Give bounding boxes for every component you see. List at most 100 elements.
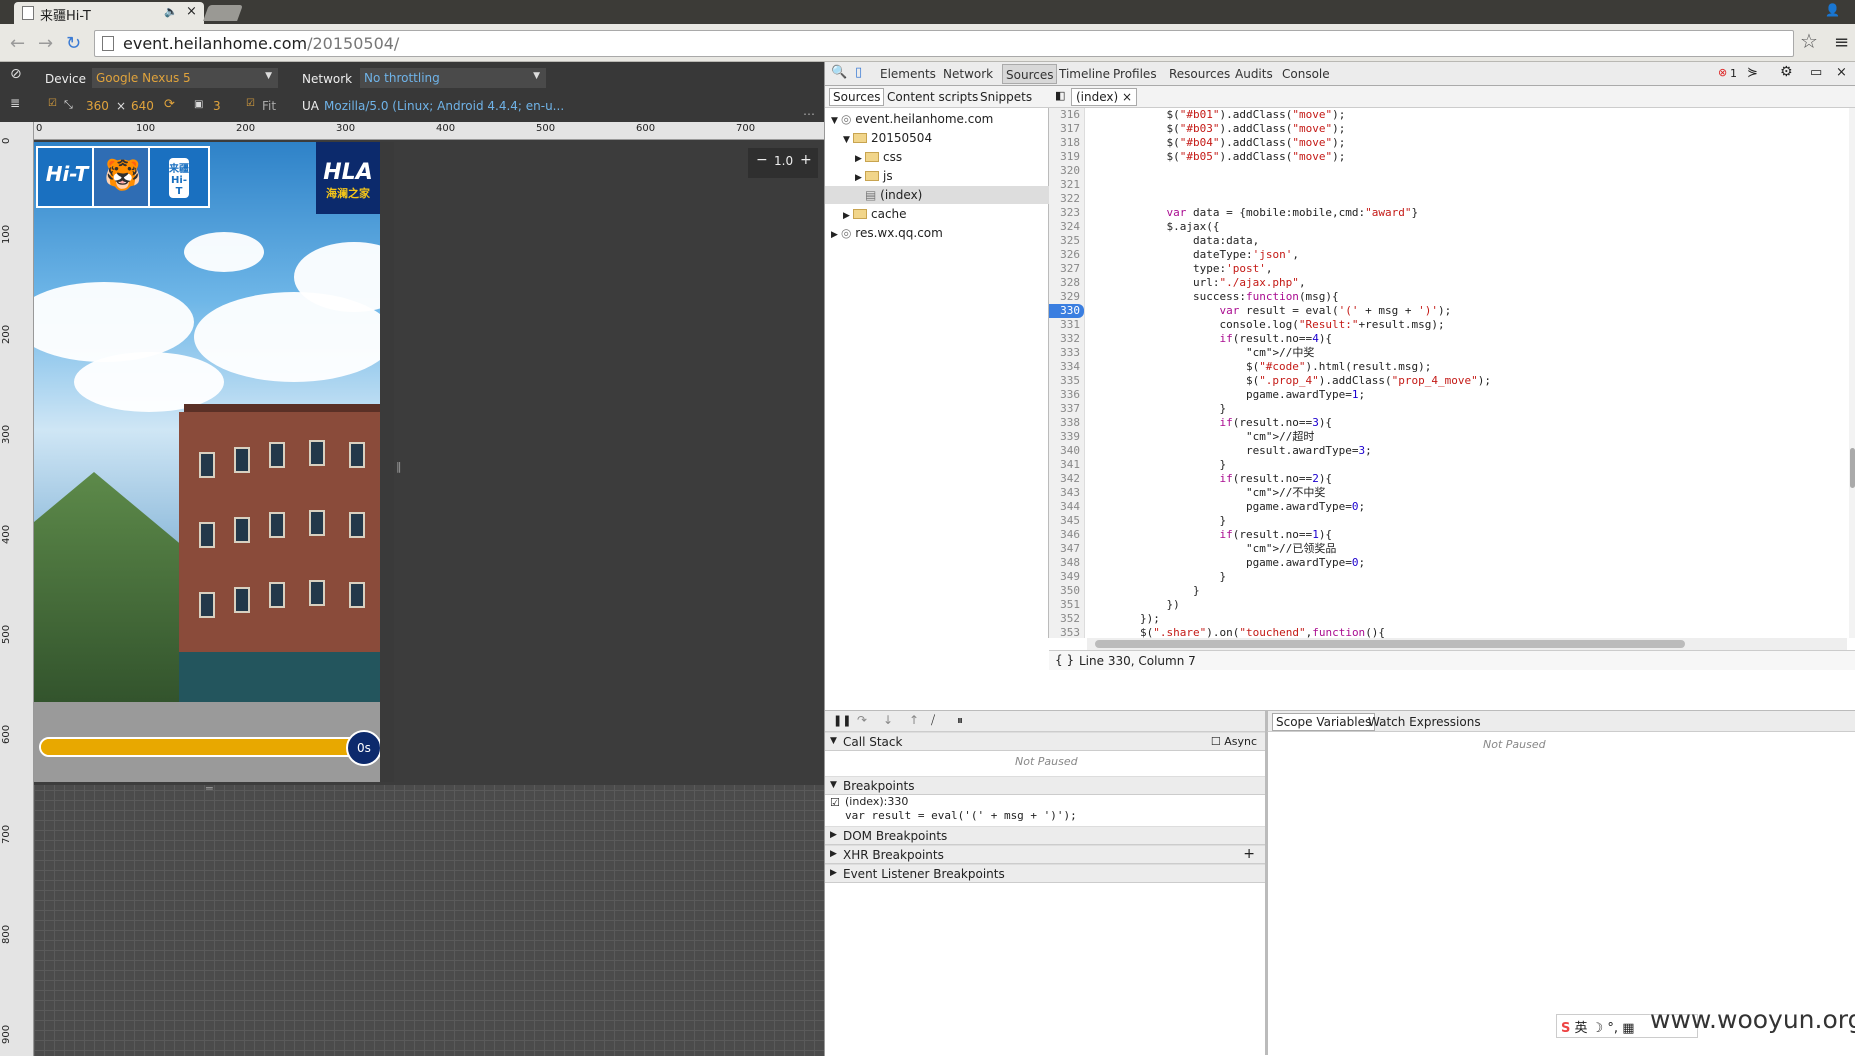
horizontal-scrollbar[interactable] bbox=[1087, 638, 1847, 650]
line-number[interactable]: 332 bbox=[1049, 332, 1084, 346]
code-line[interactable]: success:function(msg){ bbox=[1087, 290, 1847, 304]
line-number[interactable]: 327 bbox=[1049, 262, 1084, 276]
bookmark-star-icon[interactable]: ☆ bbox=[1800, 29, 1818, 53]
ua-input[interactable]: Mozilla/5.0 (Linux; Android 4.4.4; en-u.… bbox=[324, 99, 564, 113]
zoom-in-button[interactable]: + bbox=[800, 152, 812, 168]
close-icon[interactable]: × bbox=[1122, 90, 1132, 104]
swap-dimensions-icon[interactable]: ⟳ bbox=[164, 97, 175, 112]
user-icon[interactable]: 👤 bbox=[1825, 3, 1840, 17]
code-line[interactable]: "cm">//超时 bbox=[1087, 430, 1847, 444]
line-number[interactable]: 333 bbox=[1049, 346, 1084, 360]
disable-emulation-icon[interactable]: ⊘ bbox=[10, 66, 22, 82]
code-line[interactable]: console.log("Result:"+result.msg); bbox=[1087, 318, 1847, 332]
code-line[interactable]: $(".prop_4").addClass("prop_4_move"); bbox=[1087, 374, 1847, 388]
deactivate-breakpoints-icon[interactable]: ⧸ bbox=[931, 713, 935, 728]
step-out-icon[interactable]: ↑ bbox=[909, 713, 919, 727]
code-line[interactable]: } bbox=[1087, 458, 1847, 472]
line-number[interactable]: 348 bbox=[1049, 556, 1084, 570]
tab-console[interactable]: Console bbox=[1282, 67, 1330, 81]
code-line[interactable]: } bbox=[1087, 514, 1847, 528]
line-number[interactable]: 347 bbox=[1049, 542, 1084, 556]
line-number[interactable]: 317 bbox=[1049, 122, 1084, 136]
pretty-print-icon[interactable]: { } bbox=[1055, 653, 1074, 667]
code-line[interactable]: if(result.no==2){ bbox=[1087, 472, 1847, 486]
code-line[interactable]: "cm">//已领奖品 bbox=[1087, 542, 1847, 556]
line-number[interactable]: 345 bbox=[1049, 514, 1084, 528]
line-number[interactable]: 335 bbox=[1049, 374, 1084, 388]
step-over-icon[interactable]: ↷ bbox=[857, 713, 867, 727]
line-number[interactable]: 330 bbox=[1049, 304, 1084, 318]
line-number[interactable]: 341 bbox=[1049, 458, 1084, 472]
tree-item[interactable]: ▶ js bbox=[825, 167, 1049, 185]
line-number[interactable]: 326 bbox=[1049, 248, 1084, 262]
line-number[interactable]: 319 bbox=[1049, 150, 1084, 164]
new-tab-button[interactable] bbox=[203, 5, 243, 21]
tab-resources[interactable]: Resources bbox=[1169, 67, 1230, 81]
code-line[interactable]: data:data, bbox=[1087, 234, 1847, 248]
code-line[interactable]: pgame.awardType=0; bbox=[1087, 556, 1847, 570]
line-number[interactable]: 342 bbox=[1049, 472, 1084, 486]
line-number[interactable]: 329 bbox=[1049, 290, 1084, 304]
pixel-ratio-input[interactable]: 3 bbox=[213, 99, 221, 113]
dock-icon[interactable]: ▭ bbox=[1810, 65, 1822, 80]
code-line[interactable]: }); bbox=[1087, 612, 1847, 626]
code-line[interactable]: $("#b03").addClass("move"); bbox=[1087, 122, 1847, 136]
pause-icon[interactable]: ❚❚ bbox=[833, 714, 851, 727]
tree-item[interactable]: ▼ 20150504 bbox=[825, 129, 1049, 147]
code-line[interactable]: } bbox=[1087, 584, 1847, 598]
call-stack-header[interactable]: ▼ Call Stack ☐ Async bbox=[825, 732, 1265, 751]
line-number[interactable]: 350 bbox=[1049, 584, 1084, 598]
line-number[interactable]: 339 bbox=[1049, 430, 1084, 444]
error-icon[interactable]: ⊗ bbox=[1718, 66, 1727, 79]
code-line[interactable]: type:'post', bbox=[1087, 262, 1847, 276]
xhr-breakpoints-header[interactable]: ▶ XHR Breakpoints + bbox=[825, 845, 1265, 864]
code-line[interactable]: $("#b04").addClass("move"); bbox=[1087, 136, 1847, 150]
breakpoint-checkbox[interactable]: ☑ bbox=[830, 796, 840, 809]
menu-icon[interactable]: ≡ bbox=[1834, 32, 1849, 53]
line-number[interactable]: 351 bbox=[1049, 598, 1084, 612]
triangle-right-icon[interactable]: ▶ bbox=[831, 230, 841, 240]
triangle-right-icon[interactable]: ▶ bbox=[855, 154, 865, 164]
tab-timeline[interactable]: Timeline bbox=[1059, 67, 1110, 81]
line-number[interactable]: 353 bbox=[1049, 626, 1084, 638]
line-number[interactable]: 343 bbox=[1049, 486, 1084, 500]
code-line[interactable]: if(result.no==4){ bbox=[1087, 332, 1847, 346]
line-number[interactable]: 318 bbox=[1049, 136, 1084, 150]
code-line[interactable]: url:"./ajax.php", bbox=[1087, 276, 1847, 290]
browser-tab-active[interactable]: 来疆Hi-T 🔈 × bbox=[14, 2, 204, 24]
resolution-checkbox[interactable]: ☑ bbox=[48, 98, 57, 109]
line-number[interactable]: 338 bbox=[1049, 416, 1084, 430]
tab-network[interactable]: Network bbox=[943, 67, 993, 81]
width-input[interactable]: 360 bbox=[86, 99, 109, 113]
speaker-icon[interactable]: 🔈 bbox=[164, 5, 178, 18]
close-icon[interactable]: × bbox=[1836, 65, 1847, 80]
line-number[interactable]: 322 bbox=[1049, 192, 1084, 206]
line-number[interactable]: 316 bbox=[1049, 108, 1084, 122]
line-number[interactable]: 352 bbox=[1049, 612, 1084, 626]
toggle-navigator-icon[interactable]: ◧ bbox=[1055, 89, 1065, 102]
device-select[interactable]: Google Nexus 5 ▼ bbox=[92, 68, 278, 88]
console-drawer-icon[interactable]: ⋟ bbox=[1747, 65, 1758, 80]
more-icon[interactable]: … bbox=[803, 104, 815, 118]
code-line[interactable]: var result = eval('(' + msg + ')'); bbox=[1087, 304, 1847, 318]
pause-on-exceptions-icon[interactable]: ⏸ bbox=[957, 713, 963, 728]
line-number[interactable]: 321 bbox=[1049, 178, 1084, 192]
code-line[interactable]: dateType:'json', bbox=[1087, 248, 1847, 262]
code-line[interactable]: pgame.awardType=0; bbox=[1087, 500, 1847, 514]
tree-item[interactable]: ▼ ◎ event.heilanhome.com bbox=[825, 110, 1049, 128]
line-number[interactable]: 320 bbox=[1049, 164, 1084, 178]
tab-elements[interactable]: Elements bbox=[880, 67, 936, 81]
editor-tab-index[interactable]: (index) × bbox=[1071, 88, 1138, 106]
line-number[interactable]: 340 bbox=[1049, 444, 1084, 458]
code-line[interactable]: "cm">//中奖 bbox=[1087, 346, 1847, 360]
back-icon[interactable]: ← bbox=[10, 33, 25, 54]
code-line[interactable]: var data = {mobile:mobile,cmd:"award"} bbox=[1087, 206, 1847, 220]
code-line[interactable]: $(".share").on("touchend",function(){ bbox=[1087, 626, 1847, 638]
line-number[interactable]: 349 bbox=[1049, 570, 1084, 584]
code-line[interactable]: $("#b05").addClass("move"); bbox=[1087, 150, 1847, 164]
tree-item[interactable]: ▤ (index) bbox=[825, 186, 1049, 204]
line-number[interactable]: 328 bbox=[1049, 276, 1084, 290]
hamburger-icon[interactable]: ≣ bbox=[10, 96, 20, 110]
line-number[interactable]: 337 bbox=[1049, 402, 1084, 416]
code-line[interactable] bbox=[1087, 178, 1847, 192]
